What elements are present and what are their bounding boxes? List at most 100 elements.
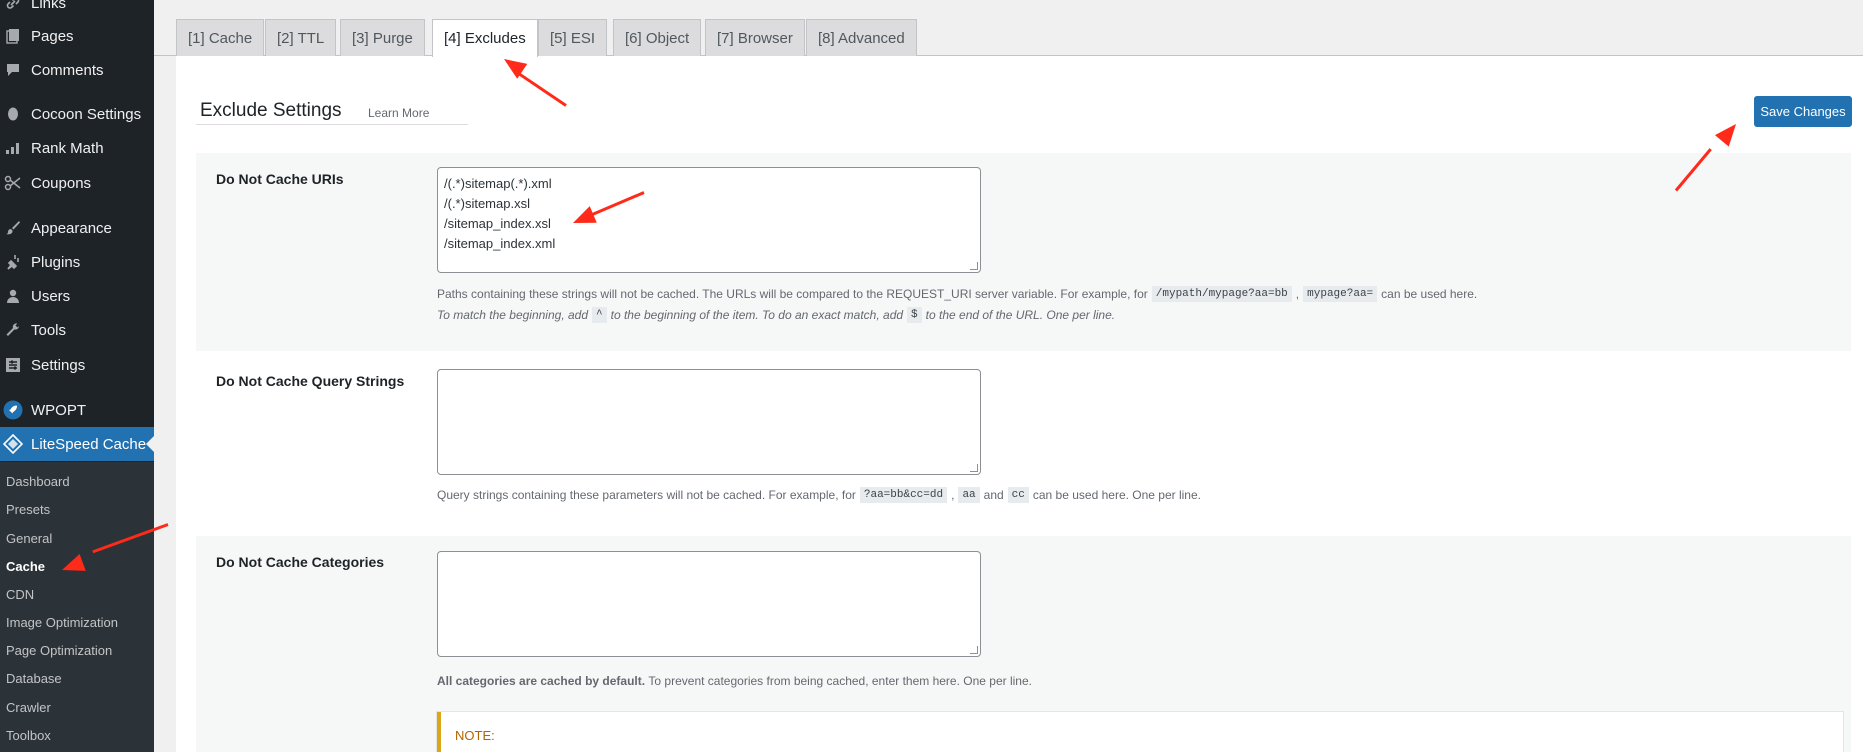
menu-label: Cocoon Settings <box>31 105 142 123</box>
litespeed-submenu: Dashboard Presets General Cache CDN Imag… <box>0 462 154 752</box>
do-not-cache-uris-textarea[interactable]: /(.*)sitemap(.*).xml /(.*)sitemap.xsl /s… <box>437 167 981 273</box>
row-do-not-cache-query-strings: Do Not Cache Query Strings Query strings… <box>196 351 1851 516</box>
menu-label: Coupons <box>31 174 92 192</box>
menu-label: LiteSpeed Cache <box>31 435 147 453</box>
resize-handle[interactable] <box>970 262 978 270</box>
code-sample: $ <box>907 307 922 323</box>
learn-more-link[interactable]: Learn More <box>368 106 429 120</box>
menu-comments[interactable]: Comments <box>0 53 154 87</box>
menu-label: Plugins <box>31 253 81 271</box>
uris-description-hint: To match the beginning, add ^ to the beg… <box>437 307 1115 323</box>
uri-line: /sitemap_index.xsl <box>444 216 551 231</box>
desc-text: , <box>951 488 955 502</box>
rank-math-icon <box>3 138 23 158</box>
menu-appearance[interactable]: Appearance <box>0 211 154 245</box>
menu-label: Tools <box>31 321 67 339</box>
menu-rank-math[interactable]: Rank Math <box>0 131 154 165</box>
menu-label: Comments <box>31 61 104 79</box>
scissors-icon <box>3 173 23 193</box>
menu-label: Pages <box>31 27 74 45</box>
active-menu-pointer <box>146 435 155 453</box>
rocket-icon <box>3 400 23 420</box>
links-icon <box>3 0 23 13</box>
submenu-crawler[interactable]: Crawler <box>6 700 51 715</box>
note-box: NOTE: <box>437 712 1843 752</box>
tab-object[interactable]: [6] Object <box>613 19 702 56</box>
row-do-not-cache-categories: Do Not Cache Categories All categories a… <box>196 536 1851 752</box>
tab-advanced[interactable]: [8] Advanced <box>806 19 917 56</box>
comments-icon <box>3 60 23 80</box>
uri-line: /sitemap_index.xml <box>444 236 556 251</box>
menu-links[interactable]: Links <box>0 0 154 20</box>
submenu-cdn[interactable]: CDN <box>6 587 34 602</box>
tab-excludes[interactable]: [4] Excludes <box>432 19 538 57</box>
menu-label: Users <box>31 287 71 305</box>
menu-wpopt[interactable]: WPOPT <box>0 393 154 427</box>
submenu-page-optimization[interactable]: Page Optimization <box>6 643 112 658</box>
wrench-icon <box>3 320 23 340</box>
menu-label: WPOPT <box>31 401 86 419</box>
categories-description: All categories are cached by default. To… <box>437 674 1032 688</box>
code-sample: /mypath/mypage?aa=bb <box>1151 286 1292 302</box>
uris-description: Paths containing these strings will not … <box>437 286 1477 302</box>
menu-settings[interactable]: Settings <box>0 348 154 382</box>
query-strings-description: Query strings containing these parameter… <box>437 487 1201 503</box>
desc-bold-text: All categories are cached by default. <box>437 674 646 688</box>
settings-tabbar: [1] Cache [2] TTL [3] Purge [4] Excludes… <box>154 0 1863 57</box>
submenu-image-optimization[interactable]: Image Optimization <box>6 615 118 630</box>
submenu-presets[interactable]: Presets <box>6 502 50 517</box>
tab-esi[interactable]: [5] ESI <box>538 19 608 56</box>
resize-handle[interactable] <box>970 464 978 472</box>
desc-text: Paths containing these strings will not … <box>437 287 1148 301</box>
tab-cache[interactable]: [1] Cache <box>176 19 265 56</box>
code-sample: mypage?aa= <box>1303 286 1378 302</box>
code-sample: ^ <box>592 307 607 323</box>
tab-purge[interactable]: [3] Purge <box>340 19 425 56</box>
submenu-cache[interactable]: Cache <box>6 559 45 574</box>
tab-ttl[interactable]: [2] TTL <box>265 19 337 56</box>
desc-text: and <box>983 488 1004 502</box>
menu-plugins[interactable]: Plugins <box>0 245 154 279</box>
submenu-toolbox[interactable]: Toolbox <box>6 728 51 743</box>
menu-pages[interactable]: Pages <box>0 19 154 53</box>
row-do-not-cache-uris: Do Not Cache URIs /(.*)sitemap(.*).xml /… <box>196 153 1851 351</box>
desc-text: can be used here. One per line. <box>1032 488 1201 502</box>
desc-text: to the end of the URL. One per line. <box>925 308 1116 322</box>
save-changes-button[interactable]: Save Changes <box>1754 96 1852 127</box>
do-not-cache-uris-label: Do Not Cache URIs <box>216 171 344 187</box>
user-icon <box>3 286 23 306</box>
menu-litespeed-cache[interactable]: LiteSpeed Cache <box>0 427 155 461</box>
do-not-cache-query-strings-label: Do Not Cache Query Strings <box>216 373 405 389</box>
settings-content: Exclude Settings Learn More Save Changes… <box>176 56 1863 752</box>
do-not-cache-categories-textarea[interactable] <box>437 551 981 657</box>
settings-icon <box>3 355 23 375</box>
desc-text: To match the beginning, add <box>437 308 589 322</box>
submenu-database[interactable]: Database <box>6 671 62 686</box>
menu-cocoon-settings[interactable]: Cocoon Settings <box>0 97 154 131</box>
menu-label: Links <box>31 0 67 12</box>
desc-text: , <box>1295 287 1300 301</box>
title-divider <box>196 124 468 125</box>
menu-label: Settings <box>31 356 86 374</box>
menu-tools[interactable]: Tools <box>0 313 154 347</box>
plugin-icon <box>3 252 23 272</box>
submenu-dashboard[interactable]: Dashboard <box>6 474 70 489</box>
desc-text: To prevent categories from being cached,… <box>648 674 1032 688</box>
cocoon-icon <box>3 104 23 124</box>
desc-text: to the beginning of the item. To do an e… <box>610 308 904 322</box>
code-sample: cc <box>1007 487 1029 503</box>
section-title: Exclude Settings <box>200 100 342 121</box>
tab-browser[interactable]: [7] Browser <box>705 19 805 56</box>
menu-label: Rank Math <box>31 139 104 157</box>
paintbrush-icon <box>3 218 23 238</box>
uri-line: /(.*)sitemap.xsl <box>444 196 530 211</box>
submenu-general[interactable]: General <box>6 531 52 546</box>
desc-text: Query strings containing these parameter… <box>437 488 856 502</box>
menu-coupons[interactable]: Coupons <box>0 166 154 200</box>
menu-label: Appearance <box>31 219 112 237</box>
resize-handle[interactable] <box>970 646 978 654</box>
admin-sidebar: Links Pages Comments Cocoon Settings Ran… <box>0 0 155 752</box>
menu-users[interactable]: Users <box>0 279 154 313</box>
code-sample: aa <box>958 487 980 503</box>
do-not-cache-query-strings-textarea[interactable] <box>437 369 981 475</box>
